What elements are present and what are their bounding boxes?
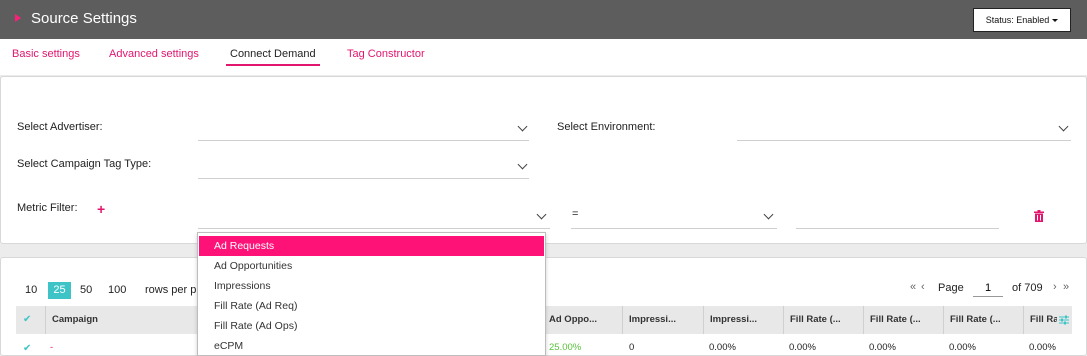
cell-fill-rate-1: 0.00%	[789, 342, 816, 353]
tab-advanced-settings[interactable]: Advanced settings	[109, 48, 199, 64]
metric-option-fill-rate-ad-ops[interactable]: Fill Rate (Ad Ops)	[198, 316, 545, 336]
chevron-down-icon[interactable]	[517, 121, 528, 132]
total-pages-label: of 709	[1012, 282, 1043, 294]
column-header-impressions[interactable]: Impressi...	[622, 306, 703, 334]
column-header-fill-rate-2[interactable]: Fill Rate (...	[863, 306, 943, 334]
metric-option-ad-requests[interactable]: Ad Requests	[199, 236, 544, 256]
first-page-icon[interactable]: «	[910, 281, 916, 293]
advertiser-label: Select Advertiser:	[17, 121, 103, 133]
next-page-icon[interactable]: ›	[1053, 281, 1057, 293]
metric-select[interactable]	[198, 228, 550, 229]
column-header-fill-rate-4[interactable]: Fill Ra	[1023, 306, 1057, 334]
chevron-down-icon[interactable]	[763, 209, 774, 220]
chevron-down-icon[interactable]	[1058, 121, 1069, 132]
cell-fill-rate-2: 0.00%	[869, 342, 896, 353]
last-page-icon[interactable]: »	[1063, 281, 1069, 293]
column-header-fill-rate-1[interactable]: Fill Rate (...	[783, 306, 863, 334]
column-header-impressions-2[interactable]: Impressi...	[703, 306, 783, 334]
tab-basic-settings[interactable]: Basic settings	[12, 48, 80, 64]
environment-label: Select Environment:	[557, 121, 656, 133]
environment-select[interactable]	[737, 140, 1071, 141]
prev-page-icon[interactable]: ‹	[921, 281, 925, 293]
page-label: Page	[938, 282, 964, 294]
page-size-100[interactable]: 100	[108, 282, 126, 299]
page-size-25[interactable]: 25	[48, 282, 71, 299]
tab-connect-demand[interactable]: Connect Demand	[226, 48, 320, 66]
status-label: Status: Enabled	[985, 15, 1050, 25]
page-size-50[interactable]: 50	[80, 282, 92, 299]
page-header: Source Settings Status: Enabled	[0, 0, 1087, 39]
chevron-down-icon[interactable]	[536, 209, 547, 220]
metric-option-fill-rate-ad-req[interactable]: Fill Rate (Ad Req)	[198, 296, 545, 316]
trash-icon[interactable]	[1034, 210, 1044, 222]
page-title: Source Settings	[31, 10, 137, 27]
filter-panel: Select Advertiser: Select Environment: S…	[0, 76, 1087, 244]
operator-value: =	[572, 208, 579, 220]
status-dropdown-button[interactable]: Status: Enabled	[973, 8, 1071, 32]
cell-fill-rate-4: 0.00%	[1029, 342, 1056, 353]
page-size-10[interactable]: 10	[25, 282, 37, 299]
row-check-icon[interactable]: ✔	[23, 343, 31, 354]
cell-ad-opportunities: 25.00%	[549, 342, 582, 353]
campaign-tag-type-select[interactable]	[198, 178, 529, 179]
operator-select[interactable]	[571, 228, 777, 229]
tab-tag-constructor[interactable]: Tag Constructor	[347, 48, 425, 64]
metric-value-input[interactable]	[796, 228, 999, 229]
metric-option-ecpm[interactable]: eCPM	[198, 336, 545, 356]
column-header-fill-rate-3[interactable]: Fill Rate (...	[943, 306, 1023, 334]
tabs-bar: Basic settings Advanced settings Connect…	[0, 39, 1087, 75]
metric-option-impressions[interactable]: Impressions	[198, 276, 545, 296]
cell-fill-rate-3: 0.00%	[949, 342, 976, 353]
collapse-triangle-icon[interactable]	[15, 14, 21, 22]
select-all-check-icon[interactable]: ✔	[23, 314, 31, 325]
rows-per-page-label: rows per p	[145, 284, 197, 296]
add-filter-plus-icon[interactable]: +	[97, 202, 105, 216]
cell-impressions-2: 0.00%	[709, 342, 736, 353]
caret-down-icon	[1052, 18, 1059, 22]
advertiser-select[interactable]	[198, 140, 529, 141]
chevron-down-icon[interactable]	[517, 159, 528, 170]
page-number-input[interactable]	[973, 279, 1003, 297]
campaign-tag-type-label: Select Campaign Tag Type:	[17, 158, 152, 170]
column-header-ad-opportunities[interactable]: Ad Oppo...	[542, 306, 622, 334]
metric-dropdown-menu: Ad Requests Ad Opportunities Impressions…	[197, 232, 546, 356]
column-settings-icon[interactable]	[1059, 315, 1069, 325]
cell-campaign[interactable]: -	[50, 342, 53, 353]
metric-filter-label: Metric Filter:	[17, 202, 78, 214]
cell-impressions: 0	[629, 342, 635, 353]
metric-option-ad-opportunities[interactable]: Ad Opportunities	[198, 256, 545, 276]
